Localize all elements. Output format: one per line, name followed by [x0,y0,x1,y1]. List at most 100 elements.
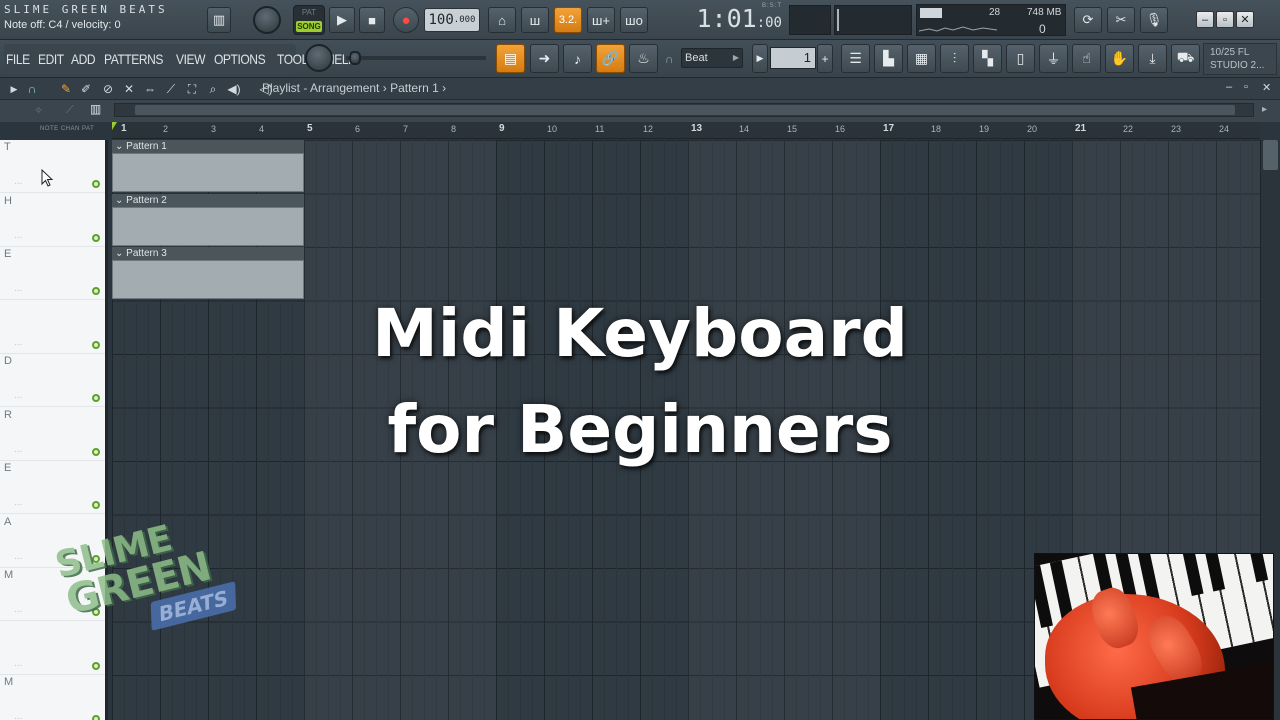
pattern-prev-button[interactable]: ▶ [752,44,768,73]
audio-input-button[interactable]: 🎙 [1140,7,1168,33]
pattern-clip-header[interactable]: ⌄ Pattern 3 [112,247,304,260]
mute-tool-icon[interactable]: ✕ [121,81,137,97]
tempo-display[interactable]: 100.000 [424,8,480,32]
precount-button[interactable]: 3.2. [554,7,582,33]
mixer-button[interactable]: ⫶ [940,44,969,73]
horizontal-scrollbar[interactable] [114,103,1254,117]
track-grip-icon[interactable]: ... [14,230,22,241]
select-tool-icon[interactable]: ⛶ [184,81,200,97]
step-edit-panel[interactable] [789,5,831,35]
track-mute-led[interactable] [92,340,100,349]
pattern-clip-body[interactable] [112,206,304,246]
playback-tool-icon[interactable]: ◀) [226,81,242,97]
pattern-clip[interactable]: ⌄ Pattern 1 [112,140,304,193]
stamp-tool-button[interactable]: ♨ [629,44,658,73]
track-grip-icon[interactable]: ... [14,444,22,455]
restore-button[interactable]: ▫ [1216,11,1234,28]
stop-button[interactable]: ■ [359,7,385,33]
cut-tool-button[interactable]: ✂ [1107,7,1135,33]
menu-view[interactable]: VIEW [176,51,205,67]
scroll-right-icon[interactable]: ▸ [1262,104,1267,115]
metronome-button[interactable]: ⌂ [488,7,516,33]
track-grip-icon[interactable]: ... [14,497,22,508]
track-mute-led[interactable] [92,394,100,402]
timeline-ruler[interactable]: 1 2 3 4 5 6 7 8 9 10 11 12 13 14 15 16 17 18 19 20 21 22 23 24 [112,122,1260,139]
browser-button[interactable]: ▚ [973,44,1002,73]
record-button[interactable]: ● [393,7,419,33]
slice-tool-icon[interactable]: ⟋ [163,81,179,97]
master-pitch-knob[interactable] [305,44,333,72]
track-grip-icon[interactable]: ... [14,604,22,615]
typing-keyboard-icon[interactable]: ▥ [207,7,231,33]
playlist-restore-button[interactable]: ▫ [1244,81,1248,93]
track-mute-led[interactable] [92,715,100,720]
vertical-scrollbar-thumb[interactable] [1263,140,1278,170]
track-mute-led[interactable] [92,287,100,295]
pattern-clip-body[interactable] [112,260,304,299]
loop-record-button[interactable]: шо [620,7,648,33]
menu-edit[interactable]: EDIT [38,51,64,67]
playlist-options-icon[interactable]: ▶ [6,81,22,97]
slip-tool-icon[interactable]: ⇔ [142,81,158,97]
track-mute-led[interactable] [92,447,100,456]
piano-roll-button[interactable]: ▙ [874,44,903,73]
track-grip-icon[interactable]: ... [14,283,22,294]
chevron-down-icon[interactable]: ⌄ [115,141,126,152]
wait-for-input-button[interactable]: ш [521,7,549,33]
chevron-down-icon[interactable]: ⌄ [115,248,126,259]
menu-add[interactable]: ADD [71,51,96,67]
track-grip-icon[interactable]: ... [14,176,22,187]
track-mute-led[interactable] [92,233,100,242]
playlist-title-pattern[interactable]: Pattern 1 [390,81,439,95]
track-header[interactable]: E... [0,461,105,514]
blend-notes-button[interactable]: ш+ [587,7,615,33]
track-header[interactable]: ... [0,301,105,354]
shop-button[interactable]: ⛟ [1171,44,1200,73]
track-grip-icon[interactable]: ... [14,390,22,401]
piano-roll-snap-button[interactable]: ▤ [496,44,525,73]
track-grip-icon[interactable]: ... [14,658,22,669]
playlist-minimize-button[interactable]: – [1226,81,1232,93]
delete-tool-icon[interactable]: ⊘ [100,81,116,97]
pattern-clip-header[interactable]: ⌄ Pattern 1 [112,140,304,153]
track-header[interactable]: D... [0,354,105,407]
chan-view-icon[interactable]: ⟋ [66,104,74,117]
chevron-down-icon[interactable]: ⌄ [115,195,126,206]
touch-controller-button[interactable]: ☝ [1072,44,1101,73]
play-button[interactable]: ▶ [329,7,355,33]
download-button[interactable]: ⤓ [1138,44,1167,73]
master-volume-knob[interactable] [253,6,281,34]
track-grip-icon[interactable]: ... [14,551,22,562]
pattern-clip[interactable]: ⌄ Pattern 2 [112,193,304,247]
minimize-button[interactable]: – [1196,11,1214,28]
track-mute-led[interactable] [92,501,100,509]
add-pattern-button[interactable]: + [817,44,833,73]
zoom-tool-icon[interactable]: ⌕ [205,81,221,97]
pat-view-icon[interactable]: ▥ [90,102,101,116]
close-button[interactable]: ✕ [1236,11,1254,28]
link-button[interactable]: 🔗 [596,44,625,73]
pat-song-toggle[interactable]: PAT SONG [293,5,325,35]
plugin-database-button[interactable]: ▯ [1006,44,1035,73]
snap-selector[interactable]: Beat ▶ [681,48,743,68]
pitch-slider-track[interactable] [346,56,486,60]
playhead-marker[interactable] [112,122,117,130]
pitch-slider-handle[interactable] [349,51,361,65]
track-header[interactable]: M... [0,675,105,720]
menu-file[interactable]: FILE [6,51,30,67]
track-grip-icon[interactable]: ... [14,337,22,348]
pencil-tool-icon[interactable]: ✎ [58,81,74,97]
track-header[interactable]: E... [0,247,105,300]
note-view-icon[interactable]: ✧ [34,104,43,117]
track-mute-led[interactable] [92,180,100,188]
project-browser-button[interactable]: ✋ [1105,44,1134,73]
pattern-clip[interactable]: ⌄ Pattern 3 [112,247,304,300]
undo-history-button[interactable]: ⟳ [1074,7,1102,33]
menu-options[interactable]: OPTIONS [214,51,266,67]
playlist-arrow-button[interactable]: ➜ [530,44,559,73]
plugin-picker-button[interactable]: ⏚ [1039,44,1068,73]
pattern-clip-header[interactable]: ⌄ Pattern 2 [112,193,304,207]
menu-patterns[interactable]: PATTERNS [104,51,163,67]
playlist-button[interactable]: ☰ [841,44,870,73]
slide-tool-button[interactable]: ♪ [563,44,592,73]
